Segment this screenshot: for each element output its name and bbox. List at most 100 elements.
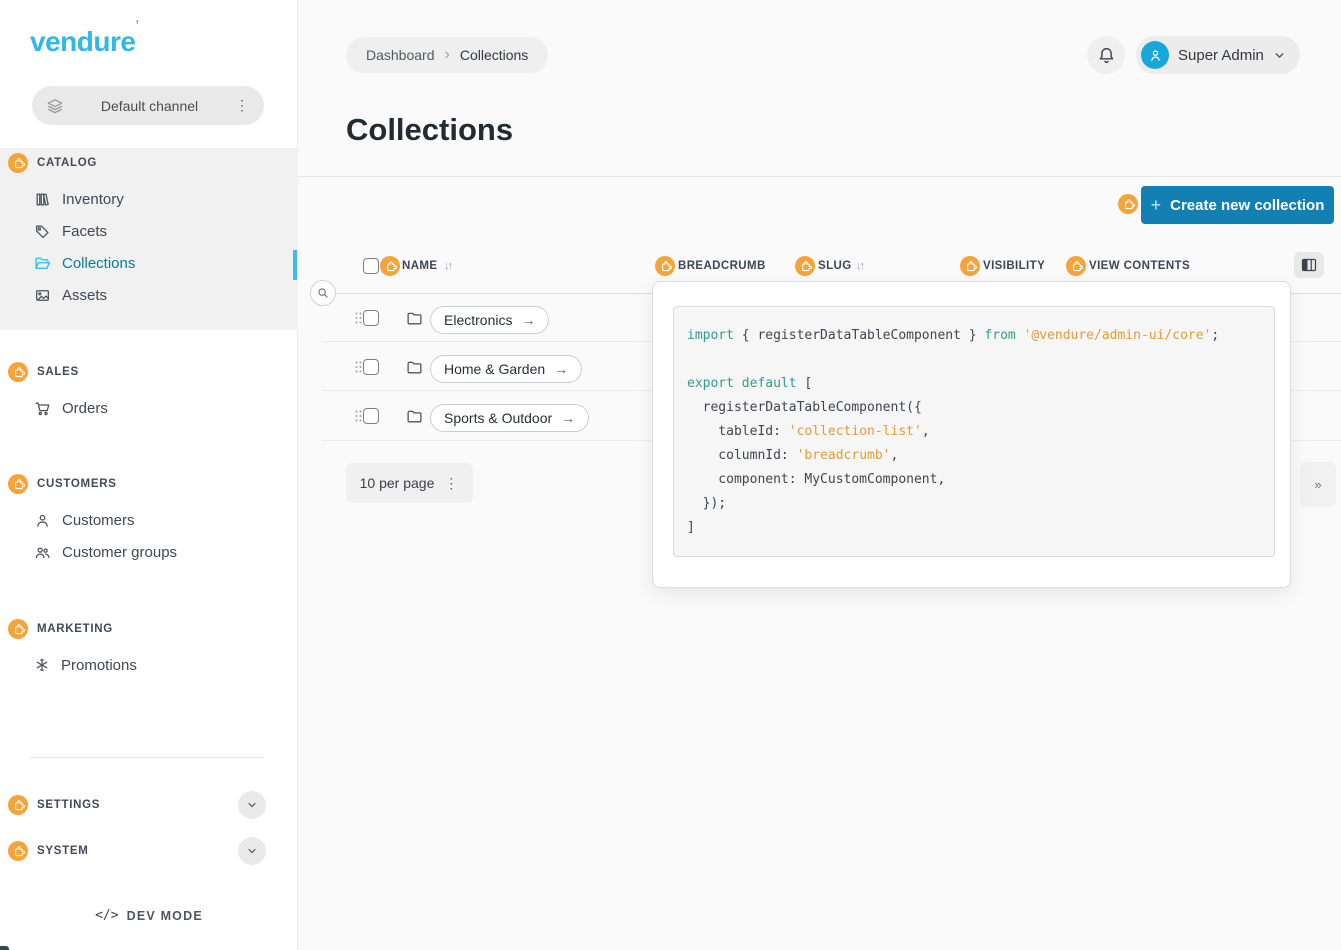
code-line: }); [687,492,1264,516]
chevron-right-icon: › [445,46,450,64]
column-header-name[interactable]: NAME [402,260,437,272]
breadcrumb: Dashboard › Collections [346,37,548,73]
logo-text: vendure [30,26,135,57]
logo-mark: ’ [135,18,138,32]
arrow-right-icon: → [554,361,568,377]
sidebar-item-customer-groups[interactable]: Customer groups [0,536,298,568]
sidebar-section-system[interactable]: SYSTEM [0,840,298,862]
create-button-label: Create new collection [1170,197,1324,214]
sidebar-item-label: Facets [62,223,107,240]
code-line: tableId: 'collection-list', [687,420,1264,444]
code-icon: </> [95,908,118,923]
code-line: component: MyCustomComponent, [687,468,1264,492]
channel-selector[interactable]: Default channel ⋮ [32,86,264,125]
code-block: import { registerDataTableComponent } fr… [673,306,1275,557]
dev-mode-badge-icon[interactable] [8,474,28,494]
arrow-right-icon: → [561,410,575,426]
items-per-page-select[interactable]: 10 per page ⋮ [346,463,473,503]
drag-handle[interactable] [354,409,363,423]
column-header-slug[interactable]: SLUG [818,260,852,272]
sidebar-item-label: Collections [62,255,135,272]
sidebar-item-orders[interactable]: Orders [0,392,298,424]
dev-mode-badge-icon[interactable] [960,256,980,276]
column-header-visibility[interactable]: VISIBILITY [983,260,1045,272]
section-label: CUSTOMERS [37,478,117,490]
column-picker-button[interactable] [1294,252,1324,278]
code-line: export default [ [687,372,1264,396]
drag-handle[interactable] [354,360,363,374]
drag-handle[interactable] [354,311,363,325]
section-label: SETTINGS [37,799,100,811]
dev-mode-badge-icon[interactable] [8,619,28,639]
dev-mode-badge-icon[interactable] [380,256,400,276]
create-new-collection-button[interactable]: + Create new collection [1141,186,1334,224]
column-header-breadcrumb[interactable]: BREADCRUMB [678,260,766,272]
sidebar-item-facets[interactable]: Facets [0,215,298,247]
user-icon [1147,47,1164,64]
chevron-down-icon [246,799,258,811]
plus-icon: + [1151,195,1162,216]
section-label: MARKETING [37,623,113,635]
sidebar-section-marketing: MARKETING [0,618,298,640]
dev-mode-badge-icon[interactable] [1066,256,1086,276]
sidebar-item-inventory[interactable]: Inventory [0,183,298,215]
avatar [1141,41,1169,69]
last-page-button[interactable]: » [1300,462,1336,507]
sidebar-item-promotions[interactable]: Promotions [0,649,298,681]
code-line: registerDataTableComponent({ [687,396,1264,420]
row-checkbox[interactable] [363,359,379,375]
section-label: SALES [37,366,79,378]
section-label: CATALOG [37,157,97,169]
kebab-icon: ⋮ [444,475,459,492]
sidebar-item-label: Promotions [61,657,137,674]
dev-mode-badge-icon[interactable] [8,362,28,382]
layers-icon [46,97,64,115]
expand-settings-button[interactable] [238,791,266,819]
collection-link-chip[interactable]: Home & Garden → [430,355,582,383]
dev-mode-toggle[interactable]: </> DEV MODE [0,908,298,923]
notifications-button[interactable] [1087,36,1125,74]
columns-icon [1301,258,1317,272]
dev-mode-badge-icon[interactable] [1118,194,1138,214]
image-icon [34,287,51,304]
chevron-down-icon [1273,49,1286,62]
sidebar-item-collections[interactable]: Collections [0,247,298,279]
main-content: Dashboard › Collections Super Admin Coll… [298,0,1341,950]
divider [298,176,1341,177]
dev-mode-badge-icon[interactable] [795,256,815,276]
sidebar-item-assets[interactable]: Assets [0,279,298,311]
cart-icon [34,400,51,417]
folder-open-icon [34,255,51,272]
dev-mode-badge-icon[interactable] [8,841,28,861]
users-icon [34,544,51,561]
search-icon [316,286,330,300]
row-checkbox[interactable] [363,310,379,326]
sidebar-item-label: Assets [62,287,107,304]
page-title: Collections [346,112,513,148]
sidebar-section-settings[interactable]: SETTINGS [0,794,298,816]
dev-mode-badge-icon[interactable] [8,153,28,173]
sidebar-item-customers[interactable]: Customers [0,504,298,536]
screen-edge-artifact [0,946,9,950]
dev-mode-badge-icon[interactable] [655,256,675,276]
code-line: import { registerDataTableComponent } fr… [687,324,1264,348]
sort-icon[interactable]: ↓↑ [856,260,863,272]
select-all-checkbox[interactable] [363,258,379,274]
user-icon [34,512,51,529]
row-checkbox[interactable] [363,408,379,424]
folder-icon [406,310,423,327]
breadcrumb-dashboard[interactable]: Dashboard [366,47,435,63]
collection-name: Electronics [444,312,512,328]
expand-system-button[interactable] [238,837,266,865]
vendure-logo[interactable]: vendure’ [30,26,138,58]
sort-icon[interactable]: ↓↑ [444,260,451,272]
expand-search-button[interactable] [310,280,336,306]
user-name: Super Admin [1178,47,1264,64]
collection-link-chip[interactable]: Sports & Outdoor → [430,404,589,432]
sidebar-section-sales: SALES [0,361,298,383]
channel-kebab-icon[interactable]: ⋮ [235,97,250,114]
user-menu[interactable]: Super Admin [1136,36,1300,74]
dev-mode-badge-icon[interactable] [8,795,28,815]
collection-link-chip[interactable]: Electronics → [430,306,549,334]
column-header-view-contents[interactable]: VIEW CONTENTS [1089,260,1190,272]
